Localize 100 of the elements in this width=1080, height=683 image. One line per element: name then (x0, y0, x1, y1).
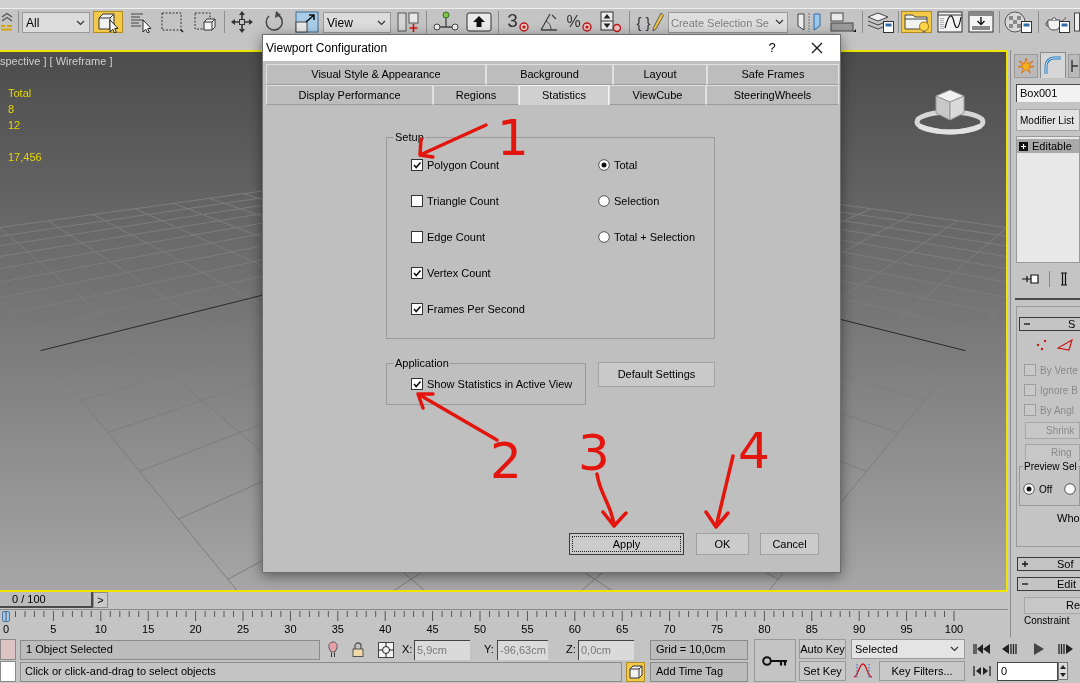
toolbar-button[interactable]: % (566, 11, 592, 33)
tab[interactable]: SteeringWheels (706, 85, 839, 105)
crosshair-icon[interactable] (378, 641, 394, 658)
object-name-field[interactable]: Box001 (1016, 84, 1080, 102)
tab[interactable]: Safe Frames (707, 64, 839, 85)
up-arrow-key-icon (465, 12, 492, 32)
key-mode-icon[interactable] (972, 664, 992, 678)
radio-button[interactable] (1023, 483, 1035, 495)
tab[interactable]: ViewCube (609, 85, 706, 105)
toolbar-button[interactable] (93, 11, 123, 33)
modifier-stack[interactable]: Editable (1016, 136, 1080, 263)
toolbar-button[interactable] (598, 11, 622, 33)
axis-label: Y: (484, 642, 495, 658)
named-selection-field[interactable]: Create Selection Se (668, 12, 788, 33)
pencil-icon (651, 12, 664, 32)
dialog-button[interactable]: Apply (569, 533, 684, 555)
radio-button[interactable] (598, 159, 610, 171)
next-frame-button[interactable]: > (93, 592, 108, 608)
toolbar-button[interactable] (294, 11, 319, 33)
default-settings-button[interactable]: Default Settings (598, 362, 715, 387)
triangle-icon[interactable] (1057, 339, 1073, 351)
rollout-header[interactable]: Sof (1017, 557, 1080, 571)
frame-number: 15 (142, 623, 155, 636)
key-button[interactable] (754, 639, 796, 682)
stack-item[interactable]: Editable (1017, 139, 1079, 153)
frame-number: 45 (426, 623, 439, 636)
pin-icon[interactable] (1022, 274, 1040, 284)
checkbox-label: Polygon Count (427, 157, 500, 173)
vertex-dots-icon[interactable] (1036, 339, 1048, 351)
spinner-snap-icon (599, 11, 621, 33)
rollout-header[interactable]: Edit (1017, 577, 1080, 591)
checkmark-icon (412, 304, 422, 314)
bars-icon[interactable] (1060, 272, 1068, 286)
timeline-ruler[interactable]: 0 5 10 15 20 25 30 35 40 45 50 55 60 65 70 75 80 85 90 95 100 (0, 609, 1008, 637)
key-filters-button[interactable]: Key Filters... (879, 661, 965, 681)
tab[interactable]: Layout (613, 64, 707, 85)
next-frame-icon[interactable] (1055, 642, 1075, 656)
checkbox-label: Triangle Count (427, 193, 499, 209)
toolbar-button[interactable] (465, 11, 492, 33)
tab[interactable]: Display Performance (266, 85, 433, 105)
frame-number: 5 (50, 623, 57, 636)
viewport-label[interactable]: spective ] [ Wireframe ] (0, 52, 113, 68)
help-button[interactable]: ? (757, 35, 787, 61)
toolbar-button[interactable] (936, 11, 963, 33)
frame-number: 75 (710, 623, 724, 636)
frame-number: 80 (758, 623, 771, 636)
modifier-list-dropdown[interactable]: Modifier List (1016, 109, 1080, 131)
frame-number: 40 (379, 623, 392, 636)
checkbox[interactable] (411, 159, 423, 171)
checkbox[interactable] (411, 303, 423, 315)
frame-number: 85 (805, 623, 818, 636)
current-frame-marker[interactable] (2, 611, 10, 622)
key-mode-dropdown[interactable]: Selected (851, 639, 965, 659)
tab[interactable]: Background (486, 64, 613, 85)
panel-button[interactable]: Re (1024, 597, 1080, 614)
panel-tab[interactable] (1068, 54, 1080, 78)
script-listener-field[interactable] (0, 639, 16, 660)
set-key-button[interactable]: Set Key (799, 661, 846, 681)
toolbar-button[interactable] (229, 11, 254, 33)
checkmark-icon (412, 379, 422, 389)
rollout-header[interactable]: S (1019, 317, 1080, 331)
radio-label: Total (614, 157, 638, 173)
dropdown[interactable]: View (323, 12, 391, 33)
skip-to-start-icon[interactable] (972, 642, 992, 656)
annotation-number: 2 (490, 432, 522, 490)
tab[interactable]: Regions (433, 85, 519, 105)
dashed-cube-icon (192, 11, 217, 33)
toolbar-button[interactable]: { } (634, 11, 666, 33)
time-slider-thumb[interactable]: 0 / 100 (0, 592, 93, 608)
toolbar-button[interactable] (1074, 11, 1080, 33)
tab[interactable]: Visual Style & Appearance (266, 64, 486, 85)
lock-icon[interactable] (352, 642, 364, 657)
dialog-button[interactable]: Cancel (760, 533, 819, 555)
add-time-tag-button[interactable]: Add Time Tag (650, 661, 748, 682)
radio-button[interactable] (598, 231, 610, 243)
curve-icon[interactable] (852, 662, 874, 680)
checkbox[interactable] (411, 267, 423, 279)
toolbar-button[interactable]: 3 (503, 11, 533, 33)
tab[interactable]: Statistics (519, 85, 609, 105)
toolbar-button[interactable] (866, 11, 894, 33)
toolbar-button[interactable] (432, 11, 459, 33)
frame-field[interactable]: 0 (997, 661, 1058, 681)
toolbar-button[interactable] (1004, 11, 1032, 33)
dropdown[interactable]: All (22, 12, 90, 33)
previous-frame-icon[interactable] (1000, 642, 1020, 656)
annotation-number: 4 (738, 422, 770, 480)
radio-button[interactable] (598, 195, 610, 207)
script-listener-field[interactable] (0, 661, 16, 682)
radio-button[interactable] (1064, 483, 1077, 495)
auto-key-button[interactable]: Auto Key (799, 639, 846, 659)
checkbox[interactable] (411, 231, 423, 243)
dialog-button[interactable]: OK (696, 533, 749, 555)
checkbox[interactable] (411, 378, 423, 390)
toolbar-button[interactable] (967, 11, 994, 33)
bulb-icon[interactable] (327, 640, 339, 659)
toggle-button[interactable] (626, 661, 645, 682)
spinner-icon[interactable] (1058, 662, 1068, 680)
chevron-down-icon[interactable] (775, 19, 784, 25)
checkbox[interactable] (411, 195, 423, 207)
panel-icon (1074, 12, 1080, 32)
